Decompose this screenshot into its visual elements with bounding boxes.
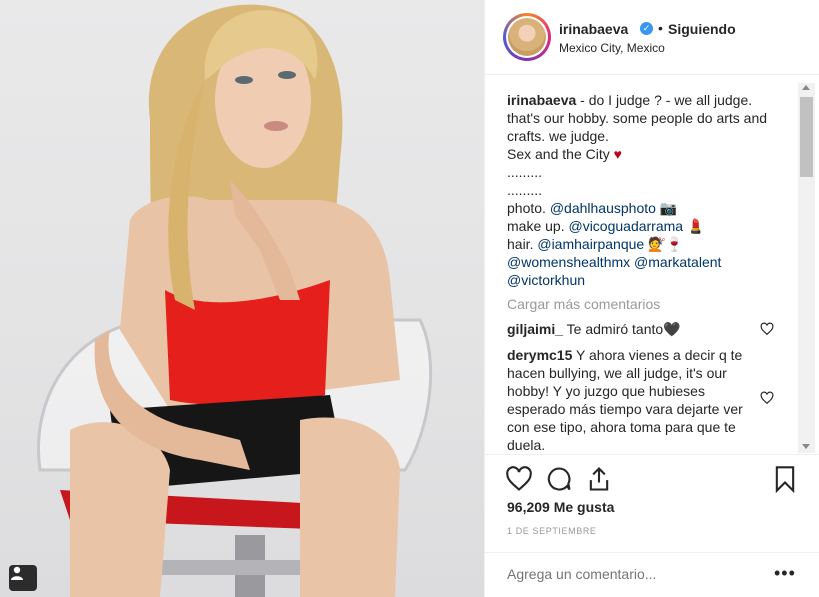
scroll-down-icon[interactable] [802, 444, 810, 449]
caption-dots-2: ......... [507, 182, 543, 198]
load-more-comments-button[interactable]: Cargar más comentarios [507, 296, 660, 312]
haircut-emoji: 💇🍷 [648, 236, 683, 252]
person-icon [11, 566, 23, 580]
caption-hair-label: hair. [507, 236, 538, 252]
mention-markatalent[interactable]: @markatalent [634, 254, 721, 270]
comment-bubble-icon[interactable] [545, 465, 573, 493]
bookmark-icon[interactable] [771, 465, 799, 493]
post-photo[interactable] [0, 0, 484, 597]
heart-emoji: ♥ [613, 146, 622, 162]
post-date[interactable]: 1 DE SEPTIEMBRE [507, 526, 597, 536]
comment-username[interactable]: giljaimi_ [507, 321, 563, 337]
avatar-story-ring[interactable] [503, 13, 551, 61]
comment-username[interactable]: derymc15 [507, 347, 572, 363]
post-caption: irinabaeva - do I judge ? - we all judge… [507, 91, 777, 289]
comment-text: Te admiró tanto [563, 321, 664, 337]
black-heart-emoji: 🖤 [663, 321, 681, 337]
caption-dots-1: ......... [507, 164, 543, 180]
likes-count[interactable]: 96,209 Me gusta [507, 499, 614, 515]
share-icon[interactable] [585, 465, 613, 493]
comment-item: derymc15 Y ahora vienes a decir q te hac… [507, 346, 757, 454]
post-actions [485, 455, 819, 505]
like-heart-icon[interactable] [505, 465, 533, 493]
following-button[interactable]: Siguiendo [668, 21, 736, 37]
photo-illustration [37, 4, 433, 597]
camera-emoji: 📷 [659, 200, 678, 216]
mention-victorkhun[interactable]: @victorkhun [507, 272, 585, 288]
comment-item: giljaimi_ Te admiró tanto🖤 [507, 320, 757, 338]
add-comment-bar: ••• [485, 552, 819, 597]
post-side-panel: irinabaeva ✓ • Siguiendo Mexico City, Me… [484, 0, 819, 597]
comment-like-heart-icon[interactable] [760, 322, 774, 336]
caption-line-sex-and-the-city: Sex and the City [507, 146, 610, 162]
header-separator: • [658, 20, 663, 36]
comment-like-heart-icon[interactable] [760, 391, 774, 405]
verified-badge-icon: ✓ [640, 22, 653, 35]
comments-section: irinabaeva - do I judge ? - we all judge… [485, 75, 819, 455]
avatar[interactable] [508, 18, 546, 56]
comments-scrollbar[interactable] [798, 83, 815, 453]
caption-makeup-label: make up. [507, 218, 569, 234]
scroll-up-icon[interactable] [802, 85, 810, 90]
caption-photo-label: photo. [507, 200, 550, 216]
scrollbar-thumb[interactable] [800, 97, 813, 177]
location-link[interactable]: Mexico City, Mexico [559, 41, 665, 55]
mention-vicoguadarrama[interactable]: @vicoguadarrama [568, 218, 683, 234]
post-header: irinabaeva ✓ • Siguiendo Mexico City, Me… [485, 0, 819, 75]
caption-username[interactable]: irinabaeva [507, 92, 576, 108]
more-options-icon[interactable]: ••• [774, 563, 796, 584]
mention-womenshealthmx[interactable]: @womenshealthmx [507, 254, 630, 270]
mention-dahlhausphoto[interactable]: @dahlhausphoto [550, 200, 656, 216]
header-username[interactable]: irinabaeva [559, 21, 628, 37]
mention-iamhairpanque[interactable]: @iamhairpanque [537, 236, 644, 252]
lipstick-emoji: 💄 [686, 218, 705, 234]
add-comment-input[interactable] [507, 566, 747, 582]
user-tag-button[interactable] [9, 565, 37, 591]
